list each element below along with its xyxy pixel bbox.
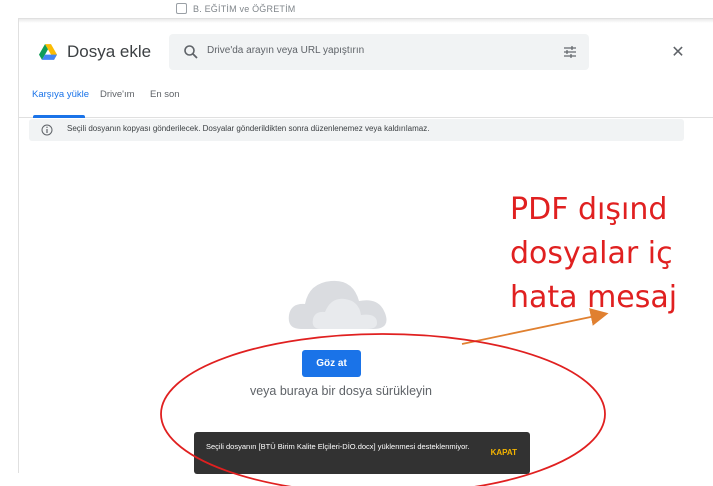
active-tab-indicator bbox=[33, 115, 85, 118]
cloud-illustration-icon bbox=[288, 280, 387, 329]
background-page-strip bbox=[0, 0, 713, 20]
drag-drop-text: veya buraya bir dosya sürükleyin bbox=[249, 384, 433, 398]
checkbox[interactable] bbox=[176, 3, 187, 14]
notice-text: Seçili dosyanın kopyası gönderilecek. Do… bbox=[67, 124, 430, 133]
snackbar-message: Seçili dosyanın [BTÜ Birim Kalite Elçile… bbox=[206, 442, 470, 451]
tab-recent[interactable]: En son bbox=[150, 89, 180, 100]
annotation-text-block: PDF dışınd dosyalar iç hata mesaj bbox=[500, 180, 713, 320]
error-snackbar: Seçili dosyanın [BTÜ Birim Kalite Elçile… bbox=[194, 432, 530, 474]
checkbox-label: B. EĞİTİM ve ÖĞRETİM bbox=[193, 3, 296, 14]
search-bar[interactable]: Drive'da arayın veya URL yapıştırın bbox=[169, 34, 589, 70]
browse-button[interactable]: Göz at bbox=[302, 350, 361, 377]
snackbar-close-button[interactable]: KAPAT bbox=[491, 448, 517, 457]
info-notice: Seçili dosyanın kopyası gönderilecek. Do… bbox=[29, 119, 684, 141]
annotation-line-3: hata mesaj bbox=[510, 280, 678, 315]
annotation-line-2: dosyalar iç bbox=[510, 236, 673, 271]
tab-bar: Karşıya yükle Drive'ım En son bbox=[19, 80, 713, 118]
background-checkbox-row: B. EĞİTİM ve ÖĞRETİM bbox=[176, 3, 296, 14]
search-icon[interactable] bbox=[183, 44, 199, 60]
close-icon[interactable]: ✕ bbox=[669, 44, 687, 62]
tune-icon[interactable] bbox=[563, 45, 577, 59]
info-icon bbox=[41, 124, 53, 136]
annotation-line-1: PDF dışınd bbox=[510, 192, 668, 227]
tab-my-drive[interactable]: Drive'ım bbox=[100, 89, 135, 100]
dialog-shadow bbox=[19, 19, 713, 23]
dialog-header: Dosya ekle Drive'da arayın veya URL yapı… bbox=[19, 27, 713, 77]
google-drive-logo-icon bbox=[39, 44, 57, 60]
search-input[interactable]: Drive'da arayın veya URL yapıştırın bbox=[207, 45, 364, 56]
tab-upload[interactable]: Karşıya yükle bbox=[32, 89, 89, 100]
dialog-title: Dosya ekle bbox=[67, 42, 152, 61]
